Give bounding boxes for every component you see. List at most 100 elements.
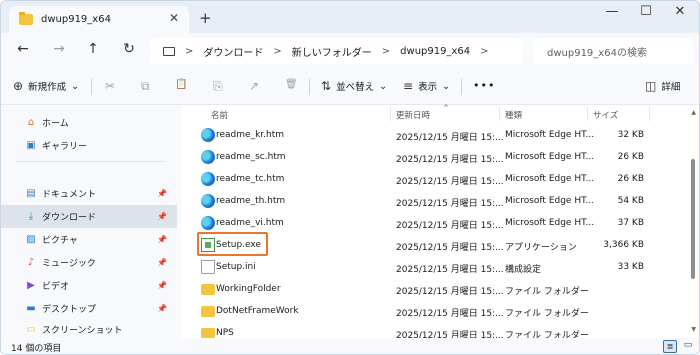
pin-icon[interactable]: 📌 — [157, 304, 167, 313]
computer-icon — [163, 46, 175, 56]
breadcrumb-separator[interactable]: > — [480, 46, 488, 57]
rename-icon: ⎘ — [213, 79, 223, 93]
new-button[interactable]: ⊕ 新規作成 ⌄ — [13, 79, 79, 93]
pin-icon[interactable]: 📌 — [157, 212, 167, 221]
file-date: 2025/12/15 月曜日 15:... — [396, 221, 504, 231]
file-row[interactable]: Setup.ini 2025/12/15 月曜日 15:... 構成設定 33 … — [196, 257, 692, 279]
file-list: 名前 ^ 更新日時 種類 サイズ readme_kr.htm 2025/12/1… — [181, 104, 699, 338]
column-header-name[interactable]: 名前 — [211, 109, 228, 121]
paste-button[interactable]: 📋 — [175, 79, 187, 90]
file-row[interactable]: NPS 2025/12/15 月曜日 15:... ファイル フォルダー — [196, 323, 692, 338]
edge-html-icon — [201, 150, 215, 164]
file-date: 2025/12/15 月曜日 15:... — [396, 133, 504, 143]
breadcrumb-separator[interactable]: > — [273, 46, 281, 57]
file-explorer-window: dwup919_x64 ✕ + — ☐ ✕ ← → ↑ ↻ > ダウンロード >… — [0, 0, 700, 355]
breadcrumb-downloads[interactable]: ダウンロード — [203, 44, 263, 59]
scroll-down-arrow[interactable]: ▼ — [691, 326, 696, 333]
paste-icon: 📋 — [175, 79, 188, 90]
breadcrumb[interactable]: > ダウンロード > 新しいフォルダー > dwup919_x64 > — [151, 38, 523, 64]
more-options-button[interactable]: ••• — [473, 79, 495, 92]
new-label: 新規作成 — [28, 82, 67, 93]
sidebar-item-label: スクリーンショット — [42, 325, 123, 336]
search-input[interactable]: dwup919_x64の検索 — [533, 38, 693, 64]
file-date: 2025/12/15 月曜日 15:... — [396, 155, 504, 165]
folder-icon — [201, 284, 215, 295]
pin-icon[interactable]: 📌 — [157, 281, 167, 290]
column-header-type[interactable]: 種類 — [505, 109, 522, 121]
file-row[interactable]: DotNetFrameWork 2025/12/15 月曜日 15:... ファ… — [196, 301, 692, 323]
breadcrumb-separator[interactable]: > — [382, 46, 390, 57]
column-divider[interactable] — [587, 107, 588, 121]
command-bar: ⊕ 新規作成 ⌄ ✂ ⧉ 📋 ⎘ ↗ 🗑 ⇅ 並べ替え ⌄ ≡ 表示 ⌄ •••… — [1, 69, 699, 105]
scroll-up-arrow[interactable]: ▲ — [691, 109, 696, 116]
pictures-icon: ▨ — [26, 234, 36, 245]
close-window-button[interactable]: ✕ — [665, 4, 695, 19]
file-row[interactable]: readme_tc.htm 2025/12/15 月曜日 15:... Micr… — [196, 169, 692, 191]
pin-icon[interactable]: 📌 — [157, 258, 167, 267]
file-row[interactable]: readme_kr.htm 2025/12/15 月曜日 15:... Micr… — [196, 125, 692, 147]
sidebar-item-home[interactable]: ⌂ ホーム — [1, 111, 177, 134]
chevron-down-icon: ⌄ — [442, 80, 451, 92]
breadcrumb-dwup919[interactable]: dwup919_x64 — [400, 46, 470, 57]
file-type: ファイル フォルダー — [505, 331, 589, 338]
sidebar-item-pictures[interactable]: ▨ ピクチャ 📌 — [1, 228, 177, 251]
details-pane-button[interactable]: ◫ 詳細 — [645, 79, 680, 93]
copy-button[interactable]: ⧉ — [141, 79, 150, 94]
divider — [91, 79, 92, 95]
cut-button[interactable]: ✂ — [105, 79, 115, 93]
cut-icon: ✂ — [105, 79, 116, 93]
forward-button[interactable]: → — [49, 41, 69, 57]
sidebar-item-desktop[interactable]: ▬ デスクトップ 📌 — [1, 297, 177, 320]
column-header-modified[interactable]: 更新日時 — [396, 109, 430, 121]
column-divider[interactable] — [499, 107, 500, 121]
sidebar-item-downloads[interactable]: ⤓ ダウンロード 📌 — [1, 205, 177, 228]
sort-button[interactable]: ⇅ 並べ替え ⌄ — [321, 79, 387, 93]
file-row[interactable]: WorkingFolder 2025/12/15 月曜日 15:... ファイル… — [196, 279, 692, 301]
delete-button[interactable]: 🗑 — [285, 79, 298, 90]
file-row[interactable]: readme_th.htm 2025/12/15 月曜日 15:... Micr… — [196, 191, 692, 213]
sidebar-item-documents[interactable]: ▤ ドキュメント 📌 — [1, 182, 177, 205]
tiles-view-button[interactable]: ▭ — [681, 340, 695, 353]
sidebar-item-gallery[interactable]: ▣ ギャラリー — [1, 134, 177, 157]
tab-close-icon[interactable]: ✕ — [169, 11, 179, 25]
plus-circle-icon: ⊕ — [13, 79, 24, 93]
tab-dwup919[interactable]: dwup919_x64 ✕ — [9, 6, 189, 33]
details-view-button[interactable]: ≣ — [663, 340, 677, 353]
sidebar-item-videos[interactable]: ▶ ビデオ 📌 — [1, 274, 177, 297]
file-row-setup-exe[interactable]: Setup.exe 2025/12/15 月曜日 15:... アプリケーション… — [196, 235, 692, 257]
rename-button[interactable]: ⎘ — [213, 79, 223, 94]
file-size: 37 KB — [617, 218, 644, 228]
settings-file-icon — [201, 260, 215, 274]
column-header-size[interactable]: サイズ — [593, 109, 618, 121]
pin-icon[interactable]: 📌 — [157, 189, 167, 198]
folder-icon — [19, 12, 33, 25]
copy-icon: ⧉ — [141, 79, 150, 93]
new-tab-button[interactable]: + — [199, 9, 212, 27]
refresh-button[interactable]: ↻ — [119, 41, 139, 57]
video-icon: ▶ — [27, 280, 35, 291]
column-divider[interactable] — [649, 107, 650, 121]
minimize-button[interactable]: — — [597, 4, 627, 19]
scrollbar-thumb[interactable] — [691, 159, 695, 279]
maximize-button[interactable]: ☐ — [631, 4, 661, 19]
file-date: 2025/12/15 月曜日 15:... — [396, 265, 504, 275]
share-button[interactable]: ↗ — [249, 79, 259, 93]
file-row[interactable]: readme_vi.htm 2025/12/15 月曜日 15:... Micr… — [196, 213, 692, 235]
file-row[interactable]: readme_sc.htm 2025/12/15 月曜日 15:... Micr… — [196, 147, 692, 169]
sidebar-item-screenshots[interactable]: ▭ スクリーンショット — [1, 320, 177, 338]
column-divider[interactable] — [390, 107, 391, 121]
sidebar-item-music[interactable]: ♪ ミュージック 📌 — [1, 251, 177, 274]
download-icon: ⤓ — [28, 211, 34, 222]
up-button[interactable]: ↑ — [83, 41, 103, 57]
view-button[interactable]: ≡ 表示 ⌄ — [403, 79, 450, 93]
breadcrumb-separator[interactable]: > — [185, 46, 193, 57]
file-date: 2025/12/15 月曜日 15:... — [396, 309, 504, 319]
file-size: 3,366 KB — [603, 240, 644, 250]
file-type: Microsoft Edge HT... — [505, 218, 595, 228]
file-name: DotNetFrameWork — [216, 306, 299, 316]
back-button[interactable]: ← — [13, 41, 33, 57]
breadcrumb-new-folder[interactable]: 新しいフォルダー — [292, 44, 372, 59]
file-name: readme_th.htm — [216, 196, 286, 206]
pin-icon[interactable]: 📌 — [157, 235, 167, 244]
file-name: WorkingFolder — [216, 284, 281, 294]
